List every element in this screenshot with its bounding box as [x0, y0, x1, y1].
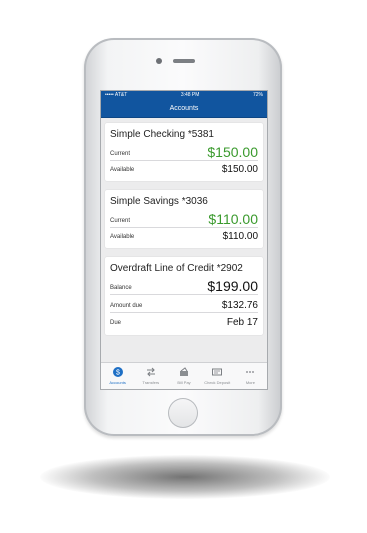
battery-label: 72%	[252, 92, 263, 98]
carrier-label: ••••• AT&T	[105, 92, 128, 98]
more-dots-icon	[245, 367, 255, 377]
transfer-arrows-icon	[146, 367, 156, 377]
tab-label: Transfers	[142, 380, 160, 385]
account-row: Balance $199.00	[110, 278, 258, 295]
current-balance: $110.00	[208, 211, 258, 227]
clock: 3:48 PM	[180, 92, 200, 98]
page-title: Accounts	[169, 105, 199, 112]
account-row: Current $110.00	[110, 211, 258, 228]
available-balance: $150.00	[221, 164, 258, 175]
row-label: Due	[110, 320, 122, 326]
tab-more[interactable]: More	[234, 363, 267, 389]
phone-shadow	[40, 455, 330, 499]
account-card-savings[interactable]: Simple Savings *3036 Current $110.00 Ava…	[105, 190, 263, 248]
due-date-value: Feb 17	[226, 317, 258, 328]
account-title: Simple Savings *3036	[110, 196, 208, 207]
row-label: Available	[110, 167, 135, 173]
dollar-icon: $	[112, 367, 123, 377]
nav-bar: Accounts	[101, 100, 267, 118]
account-row: Amount due $132.76	[110, 297, 258, 313]
tab-bar: $ Accounts Transfers Bill Pay Check Depo…	[101, 362, 267, 389]
phone-frame: ••••• AT&T 3:48 PM 72% Accounts Simple C…	[84, 38, 282, 436]
tab-transfers[interactable]: Transfers	[134, 363, 167, 389]
tab-label: Bill Pay	[177, 380, 191, 385]
tab-label: Accounts	[109, 380, 126, 385]
balance-value: $199.00	[207, 278, 258, 294]
account-row: Available $110.00	[110, 228, 258, 243]
row-label: Balance	[110, 285, 132, 291]
tab-check-deposit[interactable]: Check Deposit	[201, 363, 234, 389]
account-row: Current $150.00	[110, 144, 258, 161]
amount-due-value: $132.76	[221, 300, 258, 311]
svg-text:$: $	[116, 369, 120, 376]
tab-bill-pay[interactable]: Bill Pay	[167, 363, 200, 389]
tab-label: More	[245, 380, 255, 385]
account-card-overdraft[interactable]: Overdraft Line of Credit *2902 Balance $…	[105, 257, 263, 335]
camera-icon	[156, 58, 162, 64]
home-button[interactable]	[168, 398, 198, 428]
current-balance: $150.00	[207, 144, 258, 160]
tab-accounts[interactable]: $ Accounts	[101, 363, 134, 389]
speaker-grille	[173, 59, 195, 63]
account-card-checking[interactable]: Simple Checking *5381 Current $150.00 Av…	[105, 123, 263, 181]
status-bar: ••••• AT&T 3:48 PM 72%	[101, 91, 267, 100]
app-screen: ••••• AT&T 3:48 PM 72% Accounts Simple C…	[100, 90, 268, 390]
account-title: Simple Checking *5381	[110, 129, 214, 140]
account-row: Due Feb 17	[110, 314, 258, 329]
row-label: Amount due	[110, 303, 143, 309]
available-balance: $110.00	[222, 231, 258, 242]
check-deposit-icon	[212, 367, 223, 377]
tab-label: Check Deposit	[204, 380, 231, 385]
account-row: Available $150.00	[110, 161, 258, 176]
row-label: Current	[110, 218, 131, 224]
account-title: Overdraft Line of Credit *2902	[110, 263, 243, 274]
bill-pay-icon	[179, 367, 189, 377]
row-label: Current	[110, 151, 131, 157]
row-label: Available	[110, 234, 135, 240]
